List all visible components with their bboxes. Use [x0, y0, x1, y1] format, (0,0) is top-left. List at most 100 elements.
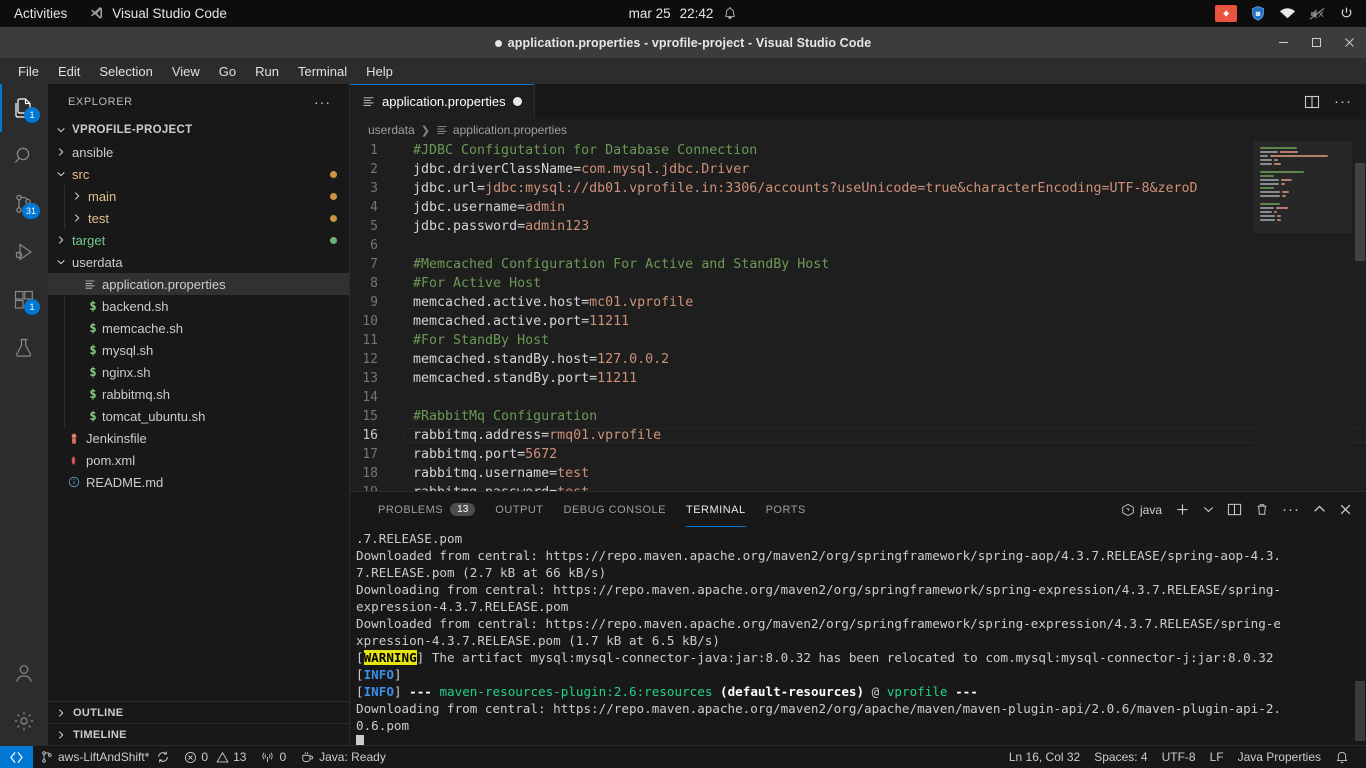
menu-go[interactable]: Go	[211, 61, 244, 82]
tab-application-properties[interactable]: application.properties	[350, 84, 535, 119]
tree-file[interactable]: $ rabbitmq.sh	[48, 383, 349, 405]
code-line[interactable]: 14	[350, 388, 1366, 407]
code-line[interactable]: 15 #RabbitMq Configuration	[350, 407, 1366, 426]
code-line[interactable]: 7 #Memcached Configuration For Active and…	[350, 255, 1366, 274]
code-line[interactable]: 5 jdbc.password=admin123	[350, 217, 1366, 236]
maximize-button[interactable]	[1300, 27, 1333, 58]
menu-edit[interactable]: Edit	[50, 61, 88, 82]
redhat-tray-icon[interactable]	[1215, 5, 1237, 22]
code-line[interactable]: 11 #For StandBy Host	[350, 331, 1366, 350]
power-icon[interactable]	[1339, 6, 1354, 21]
code-line[interactable]: 18 rabbitmq.username=test	[350, 464, 1366, 483]
tree-file[interactable]: application.properties	[48, 273, 349, 295]
new-terminal-icon[interactable]	[1175, 502, 1190, 517]
panel-tab-output[interactable]: OUTPUT	[485, 492, 553, 527]
tree-file[interactable]: $ backend.sh	[48, 295, 349, 317]
panel-toolbar[interactable]: java ···	[1121, 501, 1366, 518]
tree-file[interactable]: $ mysql.sh	[48, 339, 349, 361]
minimize-button[interactable]	[1267, 27, 1300, 58]
tree-folder[interactable]: userdata	[48, 251, 349, 273]
code-line[interactable]: 6	[350, 236, 1366, 255]
activity-run-debug[interactable]	[0, 228, 48, 276]
maximize-panel-icon[interactable]	[1313, 503, 1326, 516]
status-bar[interactable]: aws-LiftAndShift* 0 13 0 Java: Ready Ln …	[0, 745, 1366, 768]
terminal-scrollbar[interactable]	[1352, 527, 1366, 745]
status-ports[interactable]: 0	[253, 746, 293, 768]
code-line[interactable]: 10 memcached.active.port=11211	[350, 312, 1366, 331]
editor-tabs[interactable]: application.properties ···	[350, 84, 1366, 119]
wifi-icon[interactable]	[1279, 7, 1296, 20]
tree-folder[interactable]: test	[48, 207, 349, 229]
code-line[interactable]: 12 memcached.standBy.host=127.0.0.2	[350, 350, 1366, 369]
code-line[interactable]: 2 jdbc.driverClassName=com.mysql.jdbc.Dri…	[350, 160, 1366, 179]
status-notifications[interactable]	[1328, 746, 1356, 768]
breadcrumb[interactable]: userdata ❯ application.properties	[350, 119, 1366, 141]
tree-file[interactable]: README.md	[48, 471, 349, 493]
panel-tabs[interactable]: PROBLEMS 13 OUTPUT DEBUG CONSOLE TERMINAL POR…	[350, 492, 1366, 527]
menu-view[interactable]: View	[164, 61, 208, 82]
minimap[interactable]	[1254, 141, 1352, 491]
volume-muted-icon[interactable]	[1309, 7, 1326, 21]
menu-run[interactable]: Run	[247, 61, 287, 82]
editor-more-actions-icon[interactable]: ···	[1334, 93, 1352, 110]
close-button[interactable]	[1333, 27, 1366, 58]
chevron-right-icon[interactable]	[72, 191, 84, 201]
activity-search[interactable]	[0, 132, 48, 180]
status-language-mode[interactable]: Java Properties	[1231, 746, 1328, 768]
code-line[interactable]: 9 memcached.active.host=mc01.vprofile	[350, 293, 1366, 312]
tree-folder[interactable]: src	[48, 163, 349, 185]
activity-explorer[interactable]: 1	[0, 84, 48, 132]
tree-folder[interactable]: ansible	[48, 141, 349, 163]
panel-tab-problems[interactable]: PROBLEMS 13	[368, 492, 485, 527]
terminal-scrollbar-thumb[interactable]	[1355, 681, 1365, 741]
terminal-selector[interactable]: java	[1121, 503, 1162, 517]
tree-file[interactable]: $ tomcat_ubuntu.sh	[48, 405, 349, 427]
activity-accounts[interactable]	[0, 649, 48, 697]
chevron-down-icon[interactable]	[1203, 504, 1214, 515]
sidebar-section-outline[interactable]: OUTLINE	[48, 701, 349, 723]
code-line[interactable]: 8 #For Active Host	[350, 274, 1366, 293]
clock-menu[interactable]: mar 25 22:42	[629, 6, 714, 21]
remote-window-indicator[interactable]	[0, 746, 33, 768]
chevron-right-icon[interactable]	[72, 213, 84, 223]
tree-folder[interactable]: main	[48, 185, 349, 207]
sidebar-more-actions-icon[interactable]: ···	[314, 94, 331, 110]
chevron-down-icon[interactable]	[56, 257, 68, 267]
editor-scrollbar-thumb[interactable]	[1355, 163, 1365, 261]
menu-help[interactable]: Help	[358, 61, 401, 82]
system-tray[interactable]	[1215, 5, 1366, 22]
sidebar-section-timeline[interactable]: TIMELINE	[48, 723, 349, 745]
split-terminal-icon[interactable]	[1227, 502, 1242, 517]
tree-file[interactable]: Jenkinsfile	[48, 427, 349, 449]
terminal-output[interactable]: .7.RELEASE.pom Downloaded from central: h…	[350, 527, 1366, 745]
code-line[interactable]: 1 #JDBC Configutation for Database Connec…	[350, 141, 1366, 160]
code-lines[interactable]: 1 #JDBC Configutation for Database Connec…	[350, 141, 1366, 491]
tree-file[interactable]: $ nginx.sh	[48, 361, 349, 383]
activity-source-control[interactable]: 31	[0, 180, 48, 228]
shield-tray-icon[interactable]	[1250, 5, 1266, 22]
code-line[interactable]: 16 rabbitmq.address=rmq01.vprofile	[350, 426, 1366, 445]
status-problems[interactable]: 0 13	[177, 746, 253, 768]
panel-tab-ports[interactable]: PORTS	[756, 492, 816, 527]
status-eol[interactable]: LF	[1203, 746, 1231, 768]
status-cursor-position[interactable]: Ln 16, Col 32	[1002, 746, 1087, 768]
panel-more-actions-icon[interactable]: ···	[1282, 501, 1300, 518]
kill-terminal-icon[interactable]	[1255, 502, 1269, 517]
chevron-down-icon[interactable]	[56, 125, 68, 135]
code-line[interactable]: 3 jdbc.url=jdbc:mysql://db01.vprofile.in:…	[350, 179, 1366, 198]
status-encoding[interactable]: UTF-8	[1155, 746, 1203, 768]
breadcrumb-file[interactable]: application.properties	[436, 123, 567, 137]
activity-bar[interactable]: 1 31 1	[0, 84, 48, 745]
sync-icon[interactable]	[156, 750, 170, 764]
chevron-right-icon[interactable]	[56, 147, 68, 157]
menu-file[interactable]: File	[10, 61, 47, 82]
sidebar-sections[interactable]: OUTLINE TIMELINE	[48, 701, 349, 745]
code-line[interactable]: 19 rabbitmq.password=test	[350, 483, 1366, 491]
status-branch[interactable]: aws-LiftAndShift*	[33, 746, 177, 768]
activity-testing[interactable]	[0, 324, 48, 372]
code-line[interactable]: 13 memcached.standBy.port=11211	[350, 369, 1366, 388]
split-editor-icon[interactable]	[1304, 94, 1320, 110]
code-line[interactable]: 17 rabbitmq.port=5672	[350, 445, 1366, 464]
code-editor[interactable]: 1 #JDBC Configutation for Database Connec…	[350, 141, 1366, 491]
panel-tab-debug-console[interactable]: DEBUG CONSOLE	[554, 492, 676, 527]
